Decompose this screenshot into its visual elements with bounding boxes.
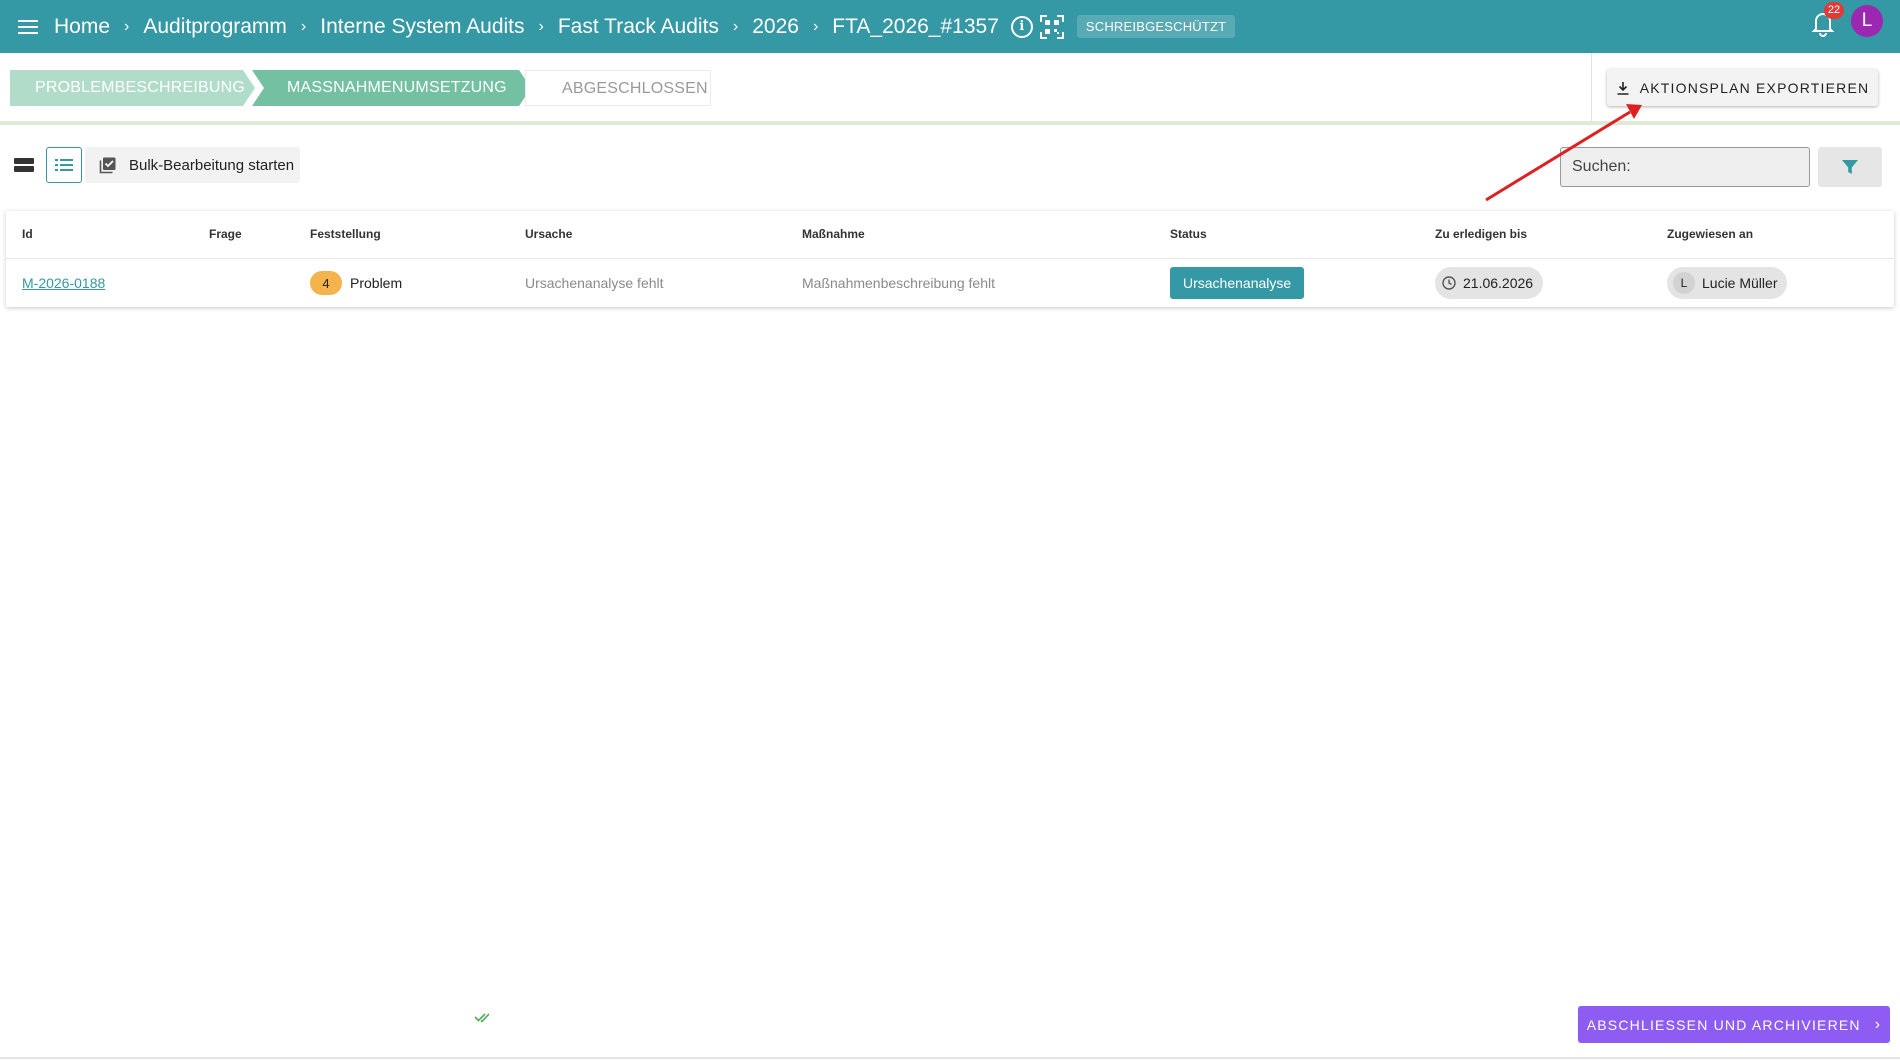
view-list-button[interactable]: [46, 147, 82, 183]
chevron-right-icon: ›: [732, 17, 739, 35]
notification-count-badge: 22: [1824, 2, 1844, 19]
massnahme-cell: Maßnahmenbeschreibung fehlt: [802, 275, 996, 291]
measures-table: Id Frage Feststellung Ursache Maßnahme S…: [6, 211, 1894, 307]
finish-and-archive-button[interactable]: ABSCHLIESSEN UND ARCHIVIEREN ›: [1578, 1006, 1890, 1043]
breadcrumb-home[interactable]: Home: [54, 15, 110, 39]
qr-code-icon[interactable]: [1039, 14, 1065, 40]
breadcrumb: Home › Auditprogramm › Interne System Au…: [54, 14, 1236, 40]
breadcrumb-interne-system-audits[interactable]: Interne System Audits: [320, 15, 524, 39]
readonly-badge: SCHREIBGESCHÜTZT: [1076, 15, 1236, 38]
column-header-assignee[interactable]: Zugewiesen an: [1667, 227, 1753, 241]
checkbox-icon: [99, 157, 116, 174]
column-header-id[interactable]: Id: [22, 227, 33, 241]
column-header-feststellung[interactable]: Feststellung: [310, 227, 381, 241]
column-header-frage[interactable]: Frage: [209, 227, 242, 241]
column-header-status[interactable]: Status: [1170, 227, 1207, 241]
user-avatar[interactable]: L: [1851, 5, 1883, 37]
finish-and-archive-label: ABSCHLIESSEN UND ARCHIVIEREN: [1586, 1016, 1861, 1033]
ursache-cell: Ursachenanalyse fehlt: [525, 275, 664, 291]
bulk-edit-label: Bulk-Bearbeitung starten: [129, 156, 295, 174]
step-massnahmenumsetzung[interactable]: MASSNAHMENUMSETZUNG: [252, 70, 531, 106]
chevron-right-icon: ›: [1874, 1015, 1882, 1033]
annotation-arrow: [1485, 104, 1642, 202]
workflow-stepper: PROBLEMBESCHREIBUNG MASSNAHMENUMSETZUNG …: [10, 70, 711, 106]
bulk-edit-button[interactable]: Bulk-Bearbeitung starten: [85, 147, 300, 183]
severity-badge: 4: [310, 271, 342, 295]
column-header-ursache[interactable]: Ursache: [525, 227, 572, 241]
assignee-name: Lucie Müller: [1702, 275, 1778, 291]
bottom-divider: [0, 1057, 1900, 1059]
menu-icon[interactable]: [6, 5, 50, 49]
assignee-avatar: L: [1673, 272, 1695, 294]
top-bar: Home › Auditprogramm › Interne System Au…: [0, 0, 1900, 53]
step-problembeschreibung[interactable]: PROBLEMBESCHREIBUNG: [10, 70, 255, 106]
column-header-due-date[interactable]: Zu erledigen bis: [1435, 227, 1527, 241]
breadcrumb-auditprogramm[interactable]: Auditprogramm: [143, 15, 287, 39]
chevron-right-icon: ›: [538, 17, 544, 35]
chevron-right-icon: ›: [812, 17, 819, 35]
feststellung-cell: Problem: [350, 275, 403, 291]
filter-button[interactable]: [1818, 147, 1882, 187]
assignee-chip[interactable]: L Lucie Müller: [1667, 267, 1788, 299]
export-action-plan-label: AKTIONSPLAN EXPORTIEREN: [1639, 79, 1870, 96]
clock-icon: [1442, 276, 1456, 290]
double-check-icon: [474, 1013, 490, 1023]
step-abgeschlossen[interactable]: ABGESCHLOSSEN: [525, 70, 711, 106]
view-cards-icon[interactable]: [12, 155, 36, 175]
breadcrumb-audit: FTA_2026_#1357: [832, 14, 999, 38]
due-date-label: 21.06.2026: [1463, 275, 1534, 291]
breadcrumb-fast-track-audits[interactable]: Fast Track Audits: [558, 15, 719, 39]
info-icon[interactable]: i: [1010, 15, 1033, 38]
status-badge[interactable]: Ursachenanalyse: [1170, 267, 1305, 299]
download-icon: [1617, 81, 1629, 95]
breadcrumb-year[interactable]: 2026: [752, 15, 799, 39]
measure-id-link[interactable]: M-2026-0188: [22, 275, 105, 291]
column-header-massnahme[interactable]: Maßnahme: [802, 227, 865, 241]
due-date-chip: 21.06.2026: [1435, 267, 1544, 299]
filter-icon: [1842, 160, 1858, 174]
chevron-right-icon: ›: [124, 17, 130, 35]
chevron-right-icon: ›: [300, 17, 307, 35]
view-list-icon: [55, 159, 73, 171]
